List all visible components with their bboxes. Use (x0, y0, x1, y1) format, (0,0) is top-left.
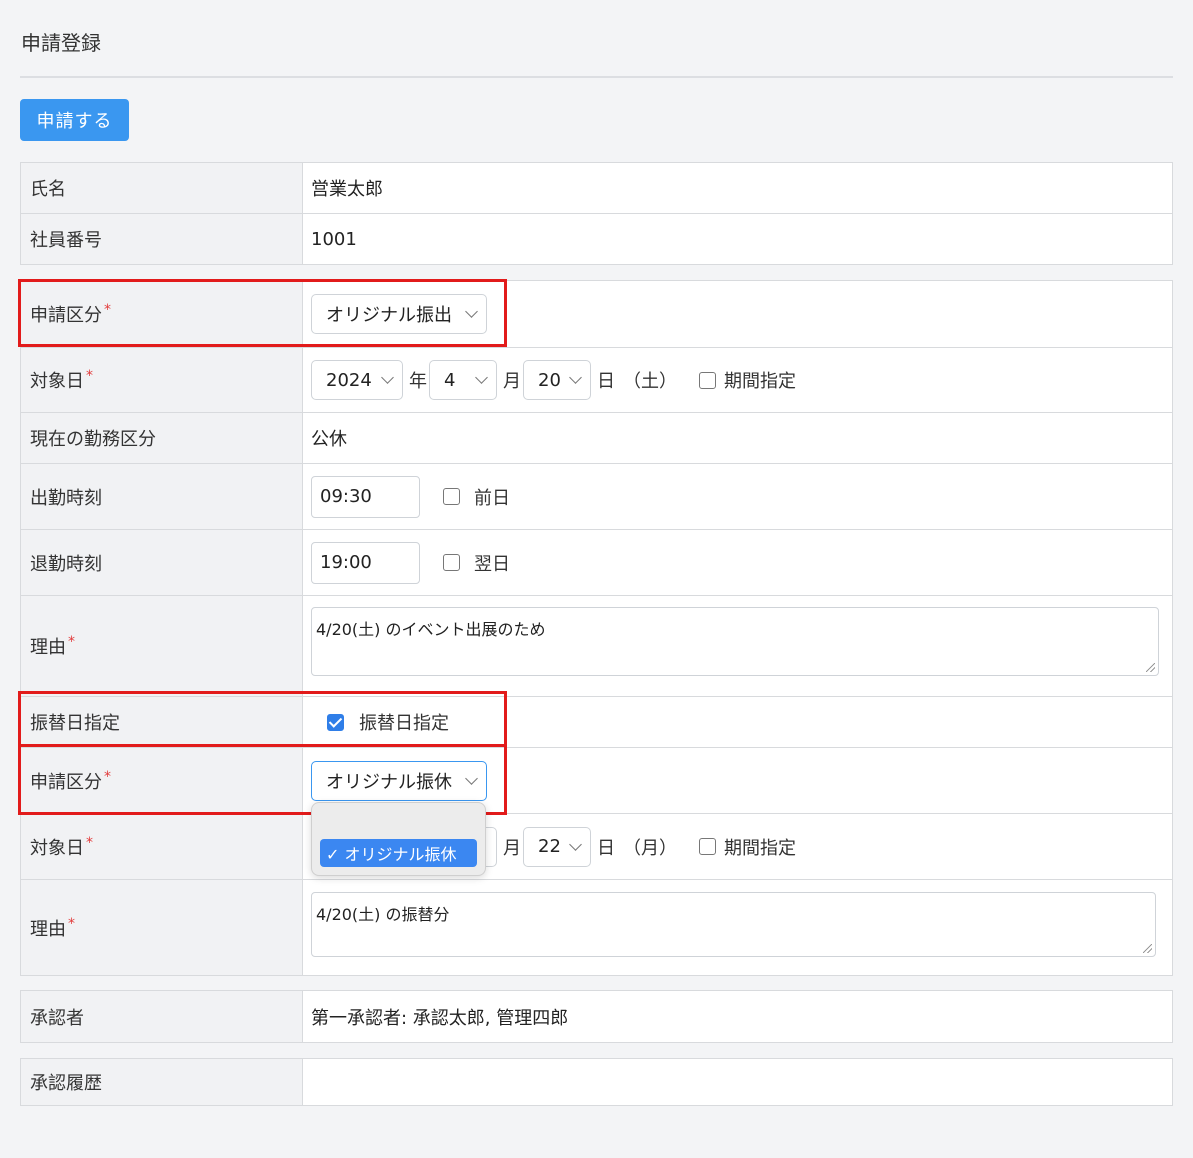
prev-day-checkbox[interactable] (443, 488, 460, 505)
current-shift-value: 公休 (303, 413, 1172, 463)
reason-row: 理由 * 4/20(土) のイベント出展のため (21, 595, 1172, 696)
reason-label-text: 理由 (30, 637, 66, 658)
substitute-reason-label-text: 理由 (30, 918, 66, 940)
target-date-row: 対象日 * 2024 年 4 月 20 日 （土） 期間指定 (21, 347, 1172, 412)
substitute-date-label-text: 対象日 (30, 837, 84, 859)
substitute-date-label: 対象日 * (21, 814, 303, 879)
year-select[interactable]: 2024 (311, 360, 403, 400)
name-label: 氏名 (21, 163, 303, 213)
approval-history-table: 承認履歴 (20, 1058, 1173, 1106)
substitute-day-select[interactable]: 22 (523, 826, 591, 867)
employee-number-label: 社員番号 (21, 214, 303, 264)
substitute-period-label: 期間指定 (724, 837, 796, 859)
divider (20, 76, 1173, 78)
chevron-down-icon (475, 371, 488, 384)
required-mark: * (86, 368, 93, 384)
name-row: 氏名 営業太郎 (21, 163, 1172, 213)
resize-grip-icon[interactable] (1143, 944, 1152, 953)
substitute-weekday-label: （月） (623, 837, 677, 859)
approval-history-row: 承認履歴 (21, 1059, 1172, 1105)
start-time-label: 出勤時刻 (21, 464, 303, 529)
prev-day-label: 前日 (474, 487, 510, 509)
substitute-day-select-value: 22 (538, 836, 561, 857)
day-unit: 日 (597, 371, 615, 392)
weekday-label: （土） (623, 371, 677, 392)
target-date-label: 対象日 * (21, 348, 303, 412)
period-checkbox[interactable] (699, 371, 716, 389)
start-time-row: 出勤時刻 09:30 前日 (21, 463, 1172, 529)
month-select[interactable]: 4 (429, 360, 497, 400)
chevron-down-icon (381, 371, 394, 384)
day-select-value: 20 (538, 369, 561, 391)
substitute-reason-label: 理由 * (21, 880, 303, 975)
next-day-label: 翌日 (474, 553, 510, 575)
chevron-down-icon (569, 371, 582, 384)
year-select-value: 2024 (326, 369, 372, 391)
current-shift-row: 現在の勤務区分 公休 (21, 412, 1172, 463)
resize-grip-icon[interactable] (1146, 663, 1155, 672)
day-select[interactable]: 20 (523, 360, 591, 400)
reason-label: 理由 * (21, 596, 303, 696)
end-time-label: 退勤時刻 (21, 530, 303, 595)
substitute-day-unit: 日 (597, 837, 615, 859)
employee-info-table: 氏名 営業太郎 社員番号 1001 (20, 162, 1173, 265)
reason-textarea[interactable]: 4/20(土) のイベント出展のため (311, 607, 1159, 676)
start-time-input[interactable]: 09:30 (311, 475, 420, 518)
period-label: 期間指定 (724, 371, 796, 392)
end-time-input[interactable]: 19:00 (311, 541, 420, 584)
required-mark: * (68, 915, 75, 932)
substitute-reason-text: 4/20(土) の振替分 (316, 905, 450, 924)
submit-button[interactable]: 申請する (20, 99, 129, 141)
month-select-value: 4 (444, 369, 456, 391)
end-time-row: 退勤時刻 19:00 翌日 (21, 529, 1172, 595)
approval-history-label: 承認履歴 (21, 1059, 303, 1105)
employee-number-value: 1001 (303, 214, 1172, 264)
dropdown-option-selected[interactable]: ✓ オリジナル振休 (320, 839, 477, 867)
page-title: 申請登録 (21, 31, 101, 55)
substitute-date-row: 対象日* 年 月 22 日 （月） 期間指定 (21, 813, 1172, 879)
approver-table: 承認者 第一承認者: 承認太郎, 管理四郎 (20, 990, 1173, 1043)
reason-text: 4/20(土) のイベント出展のため (316, 620, 546, 639)
application-form-table: 申請区分 * オリジナル振出 対象日 * 2024 年 4 月 20 日 （土）… (20, 280, 1173, 976)
approver-value: 第一承認者: 承認太郎, 管理四郎 (303, 991, 1172, 1042)
chevron-down-icon (569, 837, 582, 851)
highlight-box-substitute-designate (18, 691, 507, 747)
current-shift-label: 現在の勤務区分 (21, 413, 303, 463)
approver-row: 承認者 第一承認者: 承認太郎, 管理四郎 (21, 991, 1172, 1042)
month-unit: 月 (503, 371, 521, 392)
approval-history-value (303, 1059, 1172, 1105)
approver-label: 承認者 (21, 991, 303, 1042)
substitute-reason-row: 理由 * 4/20(土) の振替分 (21, 879, 1172, 975)
substitute-month-unit: 月 (503, 837, 521, 859)
target-date-label-text: 対象日 (30, 371, 84, 392)
employee-number-row: 社員番号 1001 (21, 213, 1172, 264)
name-value: 営業太郎 (303, 163, 1172, 213)
year-unit: 年 (409, 371, 427, 392)
category-dropdown-menu: ✓ オリジナル振休 (311, 802, 486, 876)
next-day-checkbox[interactable] (443, 554, 460, 571)
highlight-box-category (18, 279, 507, 347)
substitute-period-checkbox[interactable] (699, 838, 716, 855)
required-mark: * (68, 634, 75, 650)
substitute-reason-textarea[interactable]: 4/20(土) の振替分 (311, 892, 1156, 957)
required-mark: * (86, 834, 93, 851)
